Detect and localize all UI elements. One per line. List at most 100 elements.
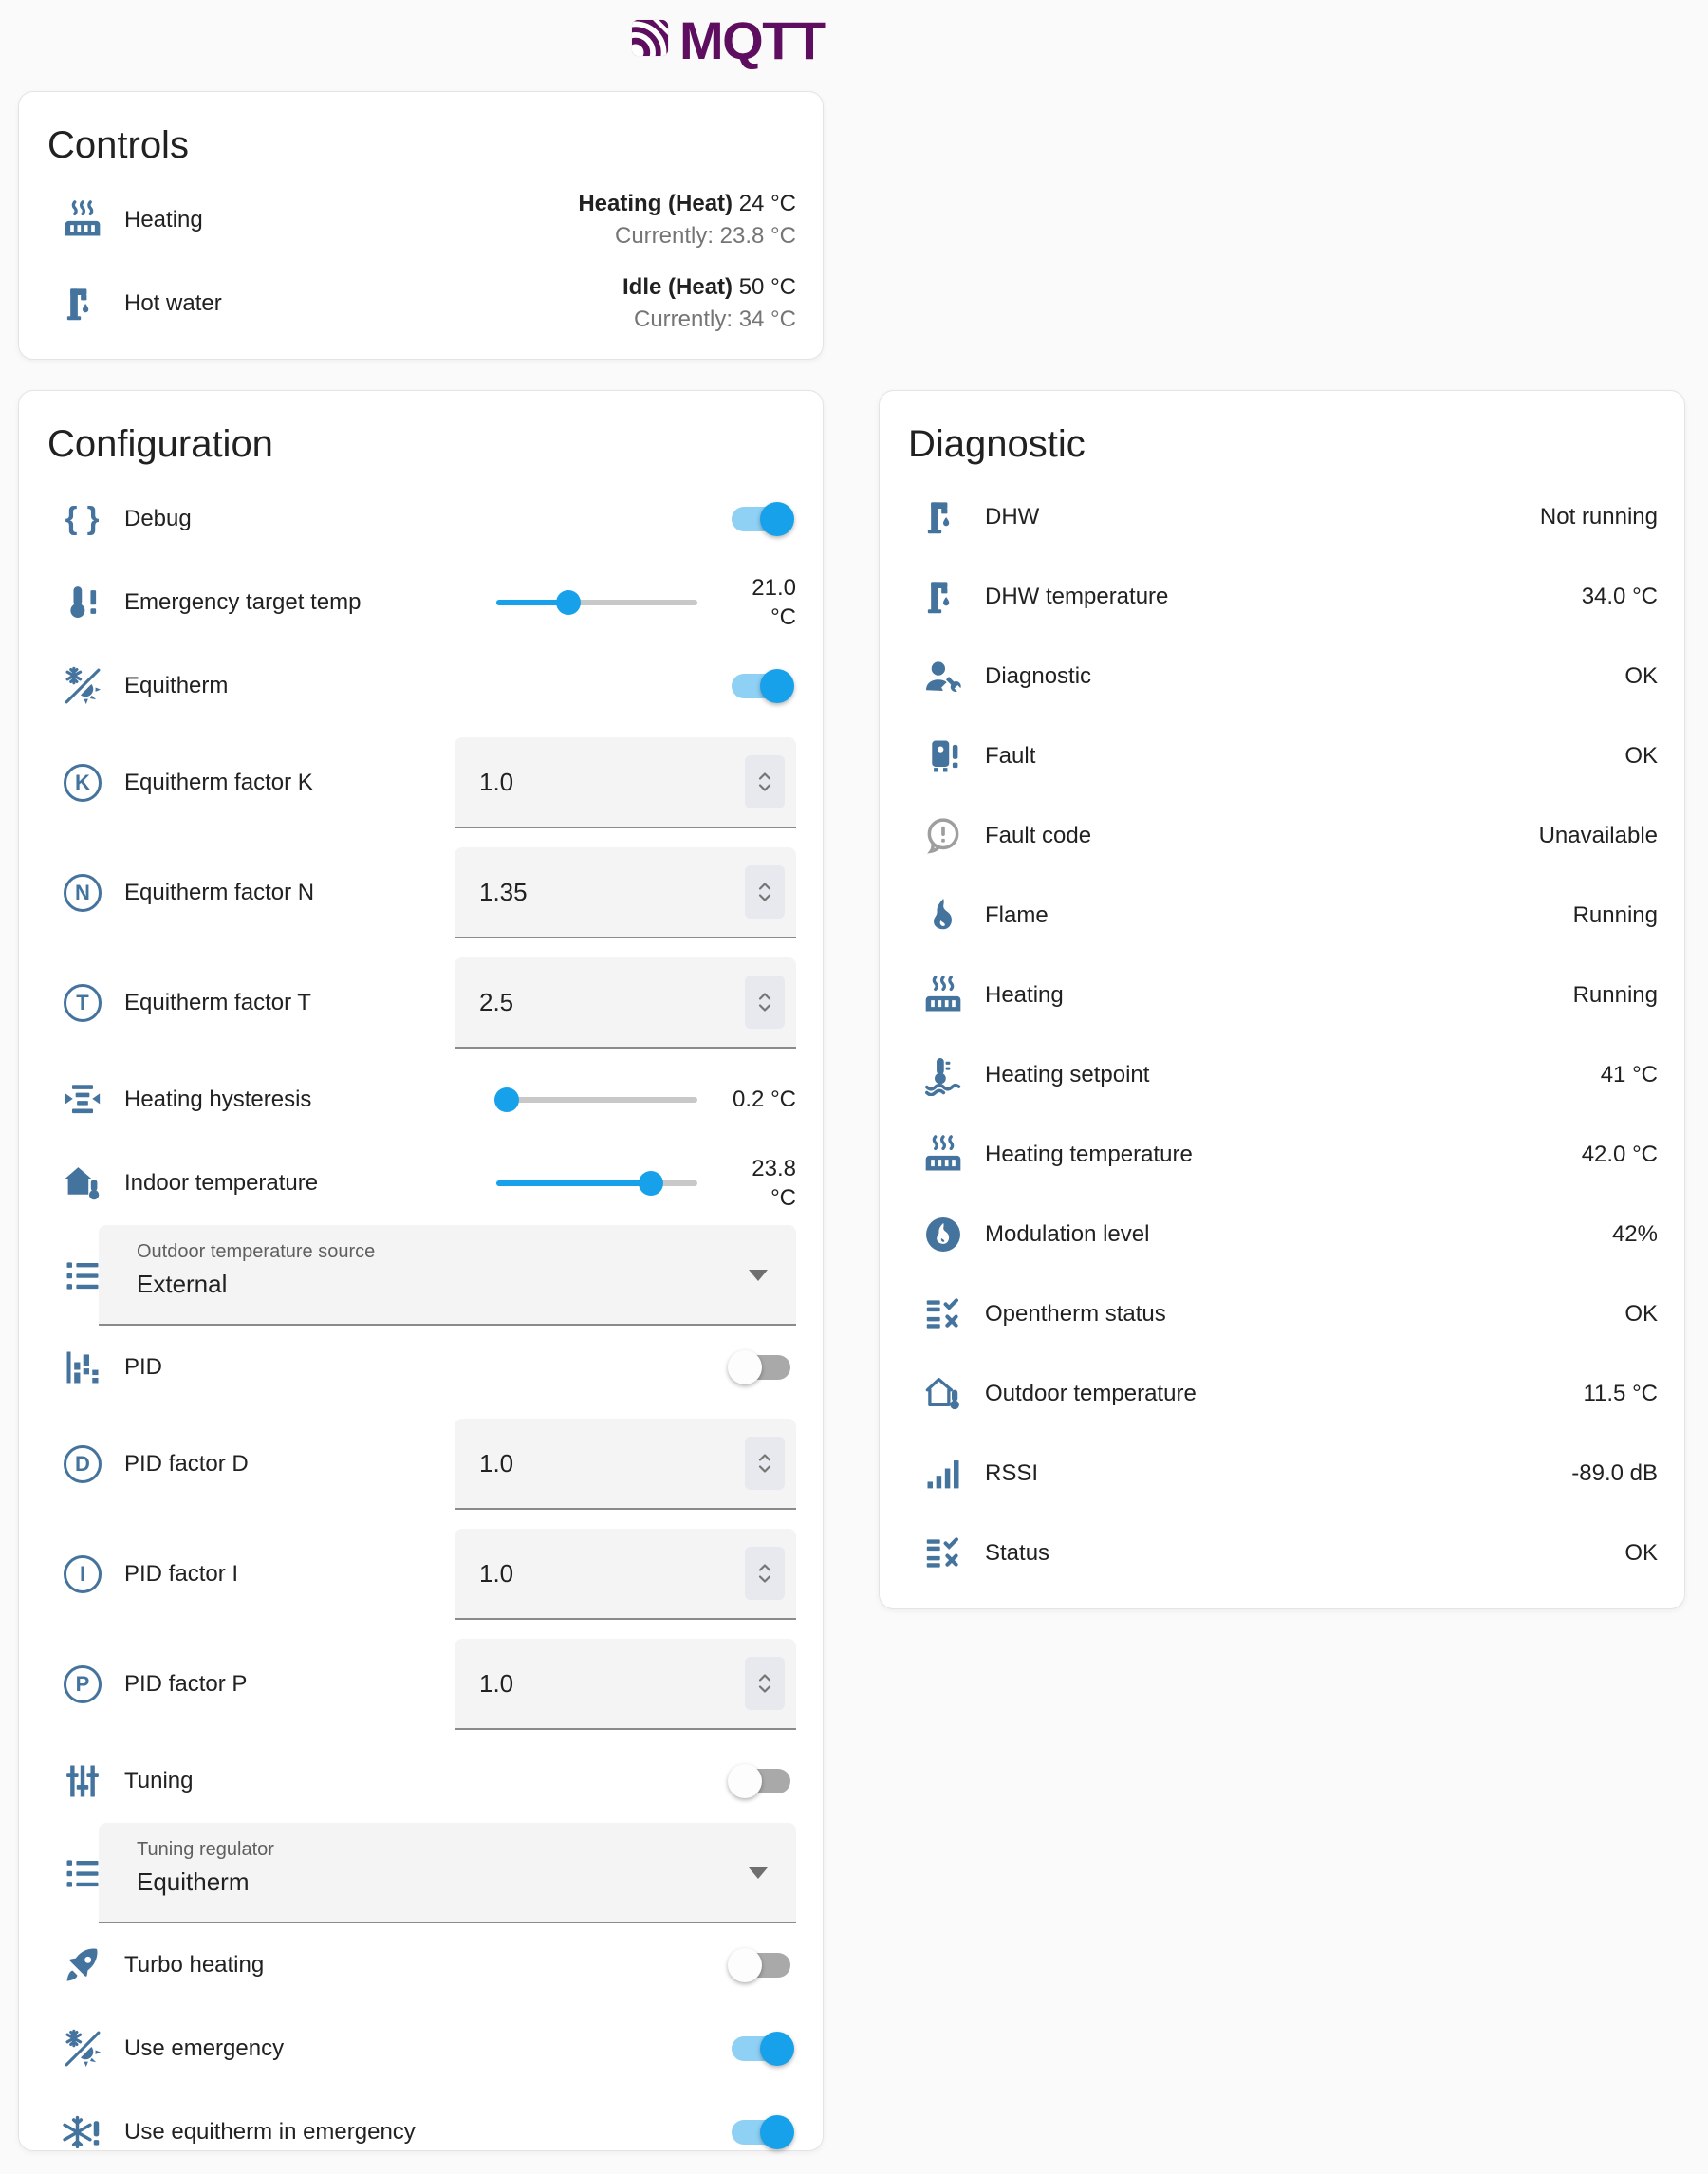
number-stepper[interactable]: [745, 976, 785, 1029]
diag-row-opentherm-status[interactable]: Opentherm status OK: [906, 1274, 1658, 1354]
diag-value: OK: [1624, 663, 1658, 690]
radiator-icon: [922, 975, 964, 1016]
climate-state: Idle (Heat) 50 °C Currently: 34 °C: [622, 271, 796, 335]
message-alert-icon: [922, 815, 964, 857]
use-emergency-toggle[interactable]: [732, 2036, 790, 2061]
alpha-t-circle-icon: T: [62, 982, 103, 1024]
config-label: Debug: [124, 506, 192, 532]
outdoor-temperature-source-select[interactable]: Outdoor temperature source External: [99, 1225, 796, 1326]
mqtt-logo-text: MQTT: [679, 9, 825, 71]
config-row-emergency-target-temp: Emergency target temp 21.0 °C: [46, 561, 796, 644]
number-value: 1.0: [479, 1669, 513, 1699]
diag-label: Outdoor temperature: [985, 1381, 1197, 1407]
tuning-toggle[interactable]: [732, 1769, 790, 1793]
code-braces-icon: [62, 498, 103, 540]
number-value: 1.0: [479, 768, 513, 797]
config-label: Equitherm factor N: [124, 880, 314, 906]
config-row-equitherm-factor-n: N Equitherm factor N 1.35: [46, 838, 796, 948]
config-label: Use equitherm in emergency: [124, 2119, 416, 2146]
number-stepper[interactable]: [745, 1547, 785, 1600]
equitherm-factor-k-input[interactable]: 1.0: [455, 737, 796, 828]
diag-value: 42.0 °C: [1582, 1142, 1658, 1168]
pid-toggle[interactable]: [732, 1355, 790, 1380]
diag-value: OK: [1624, 743, 1658, 770]
alpha-p-circle-icon: P: [62, 1663, 103, 1705]
emergency-target-temp-slider[interactable]: [496, 590, 697, 615]
turbo-heating-toggle[interactable]: [732, 1953, 790, 1978]
diag-row-outdoor-temperature[interactable]: Outdoor temperature 11.5 °C: [906, 1354, 1658, 1434]
diag-row-heating[interactable]: Heating Running: [906, 956, 1658, 1035]
climate-target-temp: 50 °C: [739, 274, 796, 300]
climate-current-temp: Currently: 23.8 °C: [578, 220, 796, 252]
home-thermometer-icon: [62, 1162, 103, 1204]
diag-label: DHW temperature: [985, 584, 1168, 610]
slider-thumb[interactable]: [639, 1171, 663, 1196]
config-row-pid-factor-p: P PID factor P 1.0: [46, 1629, 796, 1739]
mqtt-logo: MQTT: [628, 9, 825, 71]
control-row-hot-water[interactable]: Hot water Idle (Heat) 50 °C Currently: 3…: [46, 262, 796, 345]
diag-label: Status: [985, 1540, 1049, 1567]
diag-row-modulation-level[interactable]: Modulation level 42%: [906, 1195, 1658, 1274]
number-stepper[interactable]: [745, 755, 785, 808]
pid-factor-i-input[interactable]: 1.0: [455, 1529, 796, 1620]
diag-row-fault[interactable]: Fault OK: [906, 716, 1658, 796]
config-row-outdoor-temperature-source: Outdoor temperature source External: [46, 1225, 796, 1326]
slider-thumb[interactable]: [556, 590, 581, 615]
control-label: Hot water: [124, 290, 222, 317]
diagnostic-card: Diagnostic DHW Not running DHW temperatu…: [879, 390, 1685, 1609]
control-row-heating[interactable]: Heating Heating (Heat) 24 °C Currently: …: [46, 178, 796, 262]
config-label: PID factor I: [124, 1561, 238, 1588]
diag-row-diagnostic[interactable]: Diagnostic OK: [906, 637, 1658, 716]
pid-factor-p-input[interactable]: 1.0: [455, 1639, 796, 1730]
diag-row-dhw-temperature[interactable]: DHW temperature 34.0 °C: [906, 557, 1658, 637]
radiator-icon: [62, 199, 103, 241]
equitherm-factor-t-input[interactable]: 2.5: [455, 957, 796, 1049]
number-value: 1.0: [479, 1559, 513, 1589]
diag-row-fault-code[interactable]: Fault code Unavailable: [906, 796, 1658, 876]
use-equitherm-in-emergency-toggle[interactable]: [732, 2120, 790, 2145]
number-stepper[interactable]: [745, 865, 785, 919]
rocket-icon: [62, 1944, 103, 1986]
climate-current-temp: Currently: 34 °C: [622, 304, 796, 336]
equitherm-toggle[interactable]: [732, 674, 790, 698]
config-label: Heating hysteresis: [124, 1087, 311, 1113]
debug-toggle[interactable]: [732, 507, 790, 531]
equitherm-factor-n-input[interactable]: 1.35: [455, 847, 796, 938]
diag-row-flame[interactable]: Flame Running: [906, 876, 1658, 956]
indoor-temperature-slider[interactable]: [496, 1171, 697, 1196]
number-stepper[interactable]: [745, 1657, 785, 1710]
diag-value: OK: [1624, 1540, 1658, 1567]
list-icon: [62, 1852, 103, 1894]
pid-factor-d-input[interactable]: 1.0: [455, 1419, 796, 1510]
config-label: Emergency target temp: [124, 589, 361, 616]
select-label: Outdoor temperature source: [137, 1241, 730, 1263]
thermometer-alert-icon: [62, 582, 103, 623]
config-label: Indoor temperature: [124, 1170, 318, 1197]
diag-row-status[interactable]: Status OK: [906, 1514, 1658, 1593]
diag-value: 42%: [1612, 1221, 1658, 1248]
diag-label: RSSI: [985, 1460, 1038, 1487]
dropdown-arrow-icon: [749, 1867, 768, 1879]
diag-row-heating-temperature[interactable]: Heating temperature 42.0 °C: [906, 1115, 1658, 1195]
home-thermometer-outline-icon: [922, 1373, 964, 1415]
configuration-card: Configuration Debug Emergency target tem…: [18, 390, 824, 2151]
heating-hysteresis-slider[interactable]: [496, 1087, 697, 1112]
slider-thumb[interactable]: [494, 1087, 519, 1112]
config-row-heating-hysteresis: Heating hysteresis 0.2 °C: [46, 1058, 796, 1142]
tuning-regulator-select[interactable]: Tuning regulator Equitherm: [99, 1823, 796, 1923]
list-icon: [62, 1254, 103, 1296]
water-boiler-alert-icon: [922, 735, 964, 777]
alpha-i-circle-icon: I: [62, 1553, 103, 1595]
alpha-d-circle-icon: D: [62, 1443, 103, 1485]
config-label: Equitherm factor K: [124, 770, 313, 796]
diag-row-rssi[interactable]: RSSI -89.0 dB: [906, 1434, 1658, 1514]
diag-row-dhw[interactable]: DHW Not running: [906, 477, 1658, 557]
diag-value: -89.0 dB: [1571, 1460, 1658, 1487]
list-status-icon: [922, 1293, 964, 1335]
diag-value: 11.5 °C: [1583, 1381, 1658, 1407]
number-stepper[interactable]: [745, 1437, 785, 1490]
config-row-turbo-heating: Turbo heating: [46, 1923, 796, 2007]
diag-value: 41 °C: [1601, 1062, 1658, 1088]
account-wrench-icon: [922, 656, 964, 697]
diag-row-heating-setpoint[interactable]: Heating setpoint 41 °C: [906, 1035, 1658, 1115]
